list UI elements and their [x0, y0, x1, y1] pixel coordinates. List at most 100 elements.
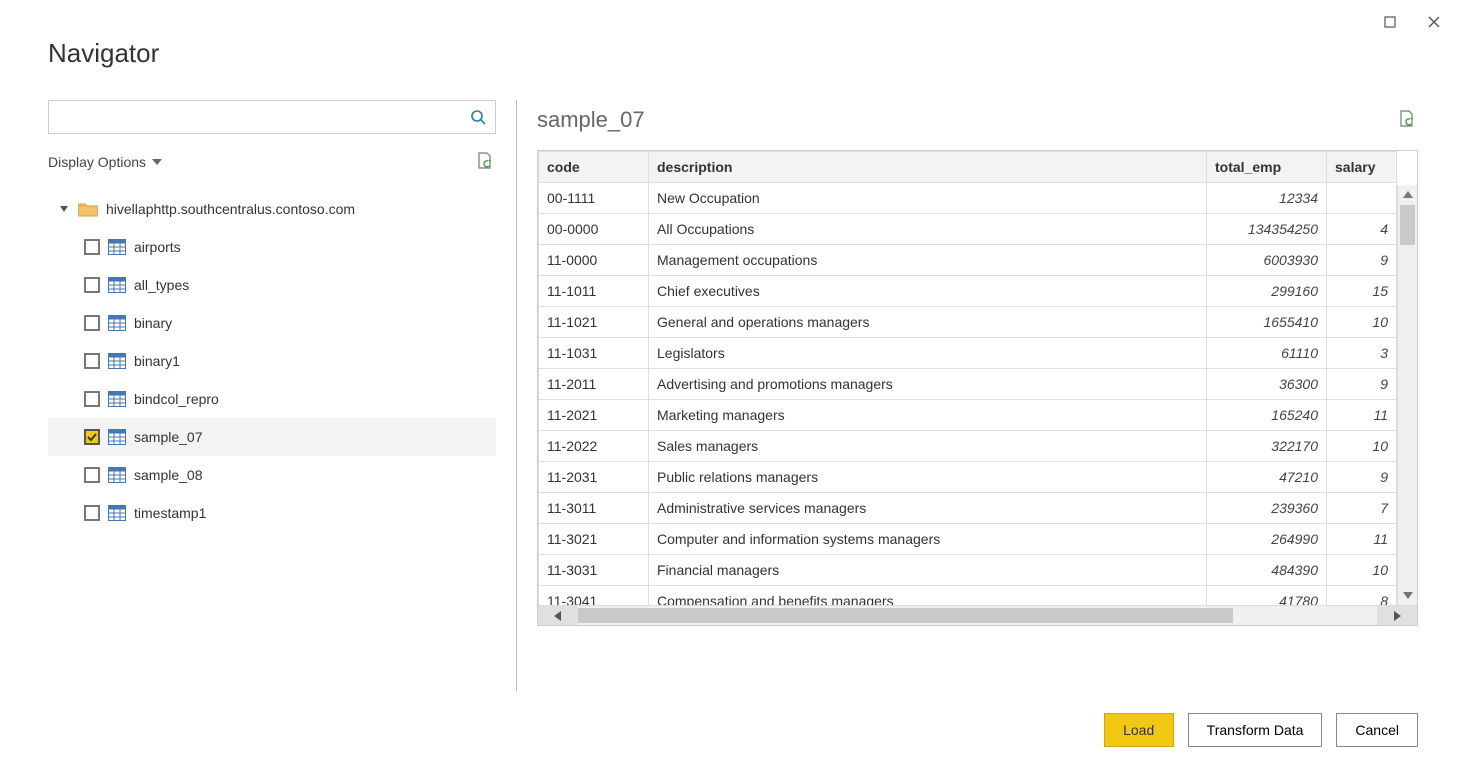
table-row[interactable]: 11-3011Administrative services managers2… [539, 493, 1397, 524]
server-node[interactable]: hivellaphttp.southcentralus.contoso.com [48, 190, 496, 228]
table-row[interactable]: 00-0000All Occupations1343542504 [539, 214, 1397, 245]
cell-code: 00-1111 [539, 183, 649, 214]
refresh-preview-button[interactable] [1398, 110, 1418, 130]
table-row[interactable]: 11-3021Computer and information systems … [539, 524, 1397, 555]
cell-total-emp: 322170 [1207, 431, 1327, 462]
cell-description: Computer and information systems manager… [649, 524, 1207, 555]
hscroll-thumb[interactable] [578, 608, 1233, 623]
vertical-scrollbar[interactable] [1397, 185, 1417, 605]
cell-description: Financial managers [649, 555, 1207, 586]
scroll-down-icon[interactable] [1398, 585, 1417, 605]
table-row[interactable]: 00-1111New Occupation12334 [539, 183, 1397, 214]
table-node[interactable]: all_types [48, 266, 496, 304]
table-row[interactable]: 11-1011Chief executives29916015 [539, 276, 1397, 307]
cell-code: 11-0000 [539, 245, 649, 276]
close-icon [1428, 16, 1440, 28]
table-node[interactable]: timestamp1 [48, 494, 496, 532]
table-row[interactable]: 11-2031Public relations managers472109 [539, 462, 1397, 493]
search-input[interactable] [49, 101, 461, 133]
cell-total-emp: 165240 [1207, 400, 1327, 431]
table-icon [108, 277, 126, 293]
cell-salary: 7 [1327, 493, 1397, 524]
refresh-tree-button[interactable] [476, 152, 496, 172]
table-node-label: airports [134, 239, 181, 255]
scroll-right-icon[interactable] [1377, 606, 1417, 625]
table-checkbox[interactable] [84, 353, 100, 369]
navigator-left-pane: Display Options [48, 100, 504, 691]
load-button[interactable]: Load [1104, 713, 1174, 747]
table-row[interactable]: 11-1031Legislators611103 [539, 338, 1397, 369]
cell-total-emp: 36300 [1207, 369, 1327, 400]
cell-description: Public relations managers [649, 462, 1207, 493]
source-tree: hivellaphttp.southcentralus.contoso.com … [48, 190, 496, 532]
table-row[interactable]: 11-2022Sales managers32217010 [539, 431, 1397, 462]
table-node[interactable]: sample_08 [48, 456, 496, 494]
cancel-button[interactable]: Cancel [1336, 713, 1418, 747]
table-node-label: sample_08 [134, 467, 203, 483]
preview-table: code description total_emp salary 00-111… [538, 151, 1397, 617]
table-node[interactable]: sample_07 [48, 418, 496, 456]
table-node[interactable]: binary [48, 304, 496, 342]
column-header-description[interactable]: description [649, 152, 1207, 183]
vscroll-track[interactable] [1398, 205, 1417, 585]
table-node[interactable]: bindcol_repro [48, 380, 496, 418]
search-button[interactable] [461, 100, 495, 134]
table-icon [108, 467, 126, 483]
search-box [48, 100, 496, 134]
table-row[interactable]: 11-0000Management occupations60039309 [539, 245, 1397, 276]
table-row[interactable]: 11-2011Advertising and promotions manage… [539, 369, 1397, 400]
column-header-total-emp[interactable]: total_emp [1207, 152, 1327, 183]
restore-icon [1384, 16, 1396, 28]
folder-icon [78, 201, 98, 217]
scroll-left-icon[interactable] [538, 606, 578, 625]
cell-total-emp: 61110 [1207, 338, 1327, 369]
table-row[interactable]: 11-2021Marketing managers16524011 [539, 400, 1397, 431]
cell-code: 11-3011 [539, 493, 649, 524]
table-checkbox[interactable] [84, 239, 100, 255]
table-node[interactable]: airports [48, 228, 496, 266]
search-icon [470, 109, 486, 125]
table-node[interactable]: binary1 [48, 342, 496, 380]
dialog-footer: Load Transform Data Cancel [1104, 713, 1418, 747]
cell-total-emp: 12334 [1207, 183, 1327, 214]
cell-description: New Occupation [649, 183, 1207, 214]
collapse-icon [60, 204, 70, 214]
table-row[interactable]: 11-3031Financial managers48439010 [539, 555, 1397, 586]
cell-salary: 15 [1327, 276, 1397, 307]
cell-code: 11-1011 [539, 276, 649, 307]
table-checkbox[interactable] [84, 315, 100, 331]
table-icon [108, 315, 126, 331]
horizontal-scrollbar[interactable] [538, 605, 1417, 625]
column-header-salary[interactable]: salary [1327, 152, 1397, 183]
cell-description: Marketing managers [649, 400, 1207, 431]
cell-salary: 4 [1327, 214, 1397, 245]
table-node-label: binary1 [134, 353, 180, 369]
vscroll-thumb[interactable] [1400, 205, 1415, 245]
cell-code: 11-2031 [539, 462, 649, 493]
window-close-button[interactable] [1414, 8, 1454, 36]
cell-description: Legislators [649, 338, 1207, 369]
table-row[interactable]: 11-1021General and operations managers16… [539, 307, 1397, 338]
transform-data-button[interactable]: Transform Data [1188, 713, 1323, 747]
cell-total-emp: 47210 [1207, 462, 1327, 493]
cell-description: General and operations managers [649, 307, 1207, 338]
cell-total-emp: 484390 [1207, 555, 1327, 586]
table-checkbox[interactable] [84, 429, 100, 445]
cell-description: Sales managers [649, 431, 1207, 462]
table-checkbox[interactable] [84, 505, 100, 521]
cell-code: 11-1021 [539, 307, 649, 338]
cell-code: 11-1031 [539, 338, 649, 369]
scroll-up-icon[interactable] [1398, 185, 1417, 205]
chevron-down-icon [152, 157, 162, 167]
cell-salary: 10 [1327, 555, 1397, 586]
cell-total-emp: 1655410 [1207, 307, 1327, 338]
table-checkbox[interactable] [84, 391, 100, 407]
display-options-dropdown[interactable]: Display Options [48, 154, 162, 170]
table-checkbox[interactable] [84, 467, 100, 483]
window-restore-button[interactable] [1370, 8, 1410, 36]
table-icon [108, 239, 126, 255]
hscroll-track[interactable] [578, 606, 1377, 625]
table-checkbox[interactable] [84, 277, 100, 293]
column-header-code[interactable]: code [539, 152, 649, 183]
preview-grid: code description total_emp salary 00-111… [537, 150, 1418, 626]
